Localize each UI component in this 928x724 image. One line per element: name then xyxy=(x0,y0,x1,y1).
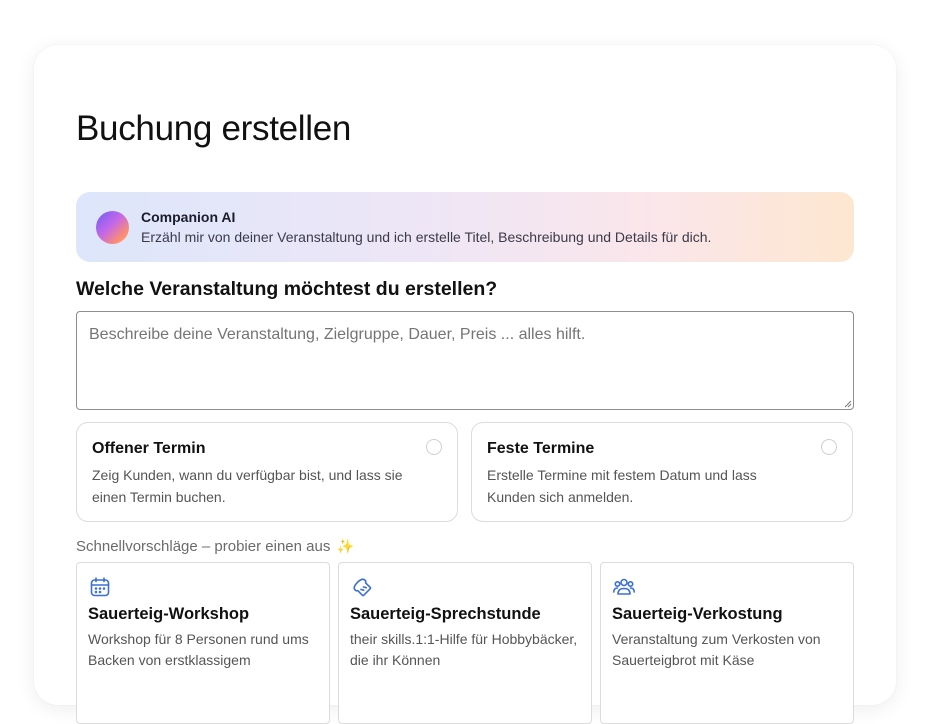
event-question-label: Welche Veranstaltung möchtest du erstell… xyxy=(76,278,498,300)
resize-handle-icon[interactable] xyxy=(843,399,852,408)
companion-ai-banner: Companion AI Erzähl mir von deiner Veran… xyxy=(76,192,854,262)
suggestion-consultation[interactable]: Sauerteig-Sprechstunde their skills.1:1-… xyxy=(338,562,592,724)
option-fixed-dates[interactable]: Feste Termine Erstelle Termine mit feste… xyxy=(471,422,853,522)
sparkle-icon: ✨ xyxy=(336,538,354,554)
option-radio[interactable] xyxy=(426,439,442,455)
suggestion-description: Veranstaltung zum Verkosten von Sauertei… xyxy=(612,631,821,668)
option-title: Offener Termin xyxy=(92,440,206,457)
suggestion-title: Sauerteig-Workshop xyxy=(88,605,250,623)
suggestion-description: their skills.1:1-Hilfe für Hobbybäcker, … xyxy=(350,631,578,668)
option-radio[interactable] xyxy=(821,439,837,455)
page-title: Buchung erstellen xyxy=(76,109,352,148)
bread-icon xyxy=(353,578,372,597)
suggestions-label: Schnellvorschläge – probier einen aus ✨ xyxy=(76,538,354,555)
users-icon xyxy=(613,578,635,595)
suggestion-title: Sauerteig-Sprechstunde xyxy=(350,605,541,623)
event-description-input[interactable]: Beschreibe deine Veranstaltung, Zielgrup… xyxy=(76,311,854,410)
option-open-slot[interactable]: Offener Termin Zeig Kunden, wann du verf… xyxy=(76,422,458,522)
calendar-icon xyxy=(90,577,110,597)
companion-message: Erzähl mir von deiner Veranstaltung und … xyxy=(141,229,712,245)
create-booking-card: Buchung erstellen Companion AI Erzähl mi… xyxy=(34,45,896,724)
suggestion-description: Workshop für 8 Personen rund ums Backen … xyxy=(88,631,309,668)
option-title: Feste Termine xyxy=(487,440,595,457)
suggestion-title: Sauerteig-Verkostung xyxy=(612,605,783,623)
suggestion-tasting[interactable]: Sauerteig-Verkostung Veranstaltung zum V… xyxy=(600,562,854,724)
option-description: Zeig Kunden, wann du verfügbar bist, und… xyxy=(92,467,403,505)
suggestions-label-text: Schnellvorschläge – probier einen aus xyxy=(76,538,331,555)
companion-orb-icon xyxy=(96,211,129,244)
suggestion-workshop[interactable]: Sauerteig-Workshop Workshop für 8 Person… xyxy=(76,562,330,724)
option-description: Erstelle Termine mit festem Datum und la… xyxy=(487,467,757,505)
companion-name: Companion AI xyxy=(141,209,236,225)
event-description-placeholder: Beschreibe deine Veranstaltung, Zielgrup… xyxy=(89,326,586,343)
